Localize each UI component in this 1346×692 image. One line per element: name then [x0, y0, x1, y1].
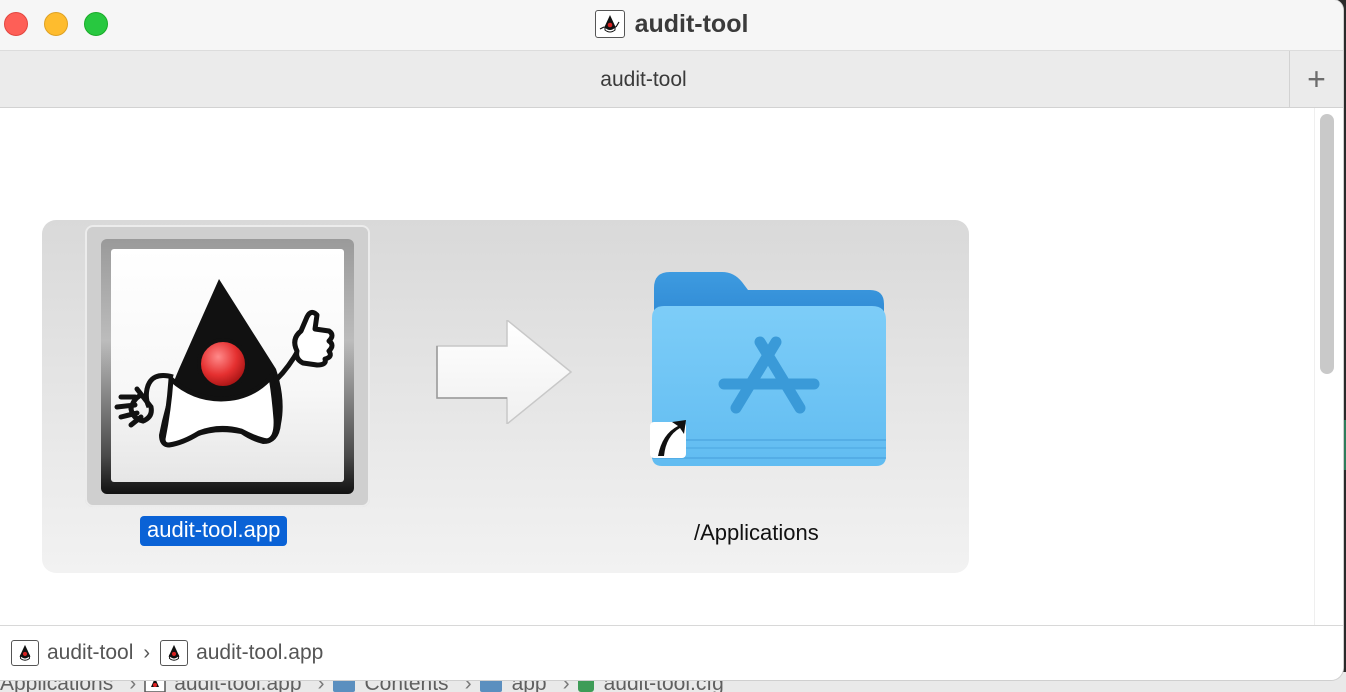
- drag-arrow-icon: [436, 320, 573, 424]
- tab-bar: audit-tool +: [0, 50, 1343, 108]
- window-content: audit-tool.app /Applications: [0, 108, 1343, 625]
- path-separator-chevron-icon: ›: [143, 641, 151, 664]
- path-item-audit-tool[interactable]: audit-tool: [11, 640, 133, 666]
- applications-folder-icon[interactable]: [648, 268, 888, 470]
- duke-icon: [11, 640, 39, 666]
- window-title: audit-tool: [0, 8, 1343, 40]
- add-tab-button[interactable]: +: [1289, 51, 1343, 108]
- dmg-install-background: audit-tool.app /Applications: [42, 220, 969, 573]
- app-icon-label[interactable]: audit-tool.app: [140, 516, 288, 546]
- app-icon-border: [101, 239, 354, 494]
- duke-icon: [160, 640, 189, 666]
- applications-folder-label[interactable]: /Applications: [694, 520, 819, 546]
- window-title-text: audit-tool: [634, 9, 749, 38]
- duke-icon: [594, 10, 625, 38]
- scroll-track: [1314, 108, 1315, 625]
- path-item-audit-tool-app[interactable]: audit-tool.app: [160, 640, 323, 666]
- app-icon-selection[interactable]: [85, 225, 370, 507]
- tab-audit-tool[interactable]: audit-tool: [0, 51, 1287, 109]
- path-bar: audit-tool › audit-tool.app: [0, 625, 1343, 680]
- duke-icon: [111, 249, 344, 482]
- finder-window: audit-tool audit-tool + audit-tool.app /…: [0, 0, 1343, 680]
- title-bar[interactable]: audit-tool: [0, 0, 1343, 50]
- vertical-scrollbar[interactable]: [1320, 114, 1334, 374]
